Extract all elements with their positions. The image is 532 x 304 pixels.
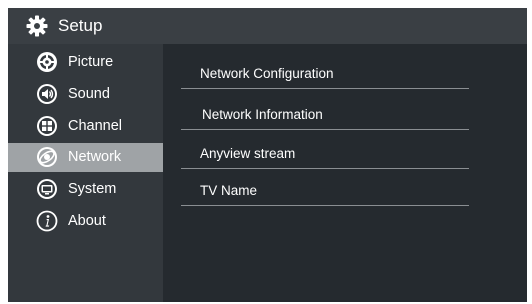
speaker-icon bbox=[36, 83, 58, 105]
page-title: Setup bbox=[58, 16, 103, 35]
option-label: Anyview stream bbox=[200, 146, 296, 161]
gear-icon bbox=[26, 15, 48, 37]
divider bbox=[181, 168, 469, 169]
globe-icon bbox=[36, 146, 58, 168]
divider bbox=[181, 129, 469, 130]
sidebar-item-label: System bbox=[68, 181, 117, 197]
tv-name-option[interactable]: TV Name bbox=[181, 176, 469, 206]
title-bar: Setup bbox=[8, 8, 527, 44]
sidebar-item-system[interactable]: System bbox=[8, 175, 163, 204]
setup-window: Setup Picture Sound Channel Network Syst… bbox=[8, 8, 527, 302]
sidebar-item-about[interactable]: About bbox=[8, 207, 163, 236]
sidebar-item-label: Network bbox=[68, 149, 122, 165]
sidebar-item-label: Picture bbox=[68, 54, 114, 70]
network-options-panel: Network Configuration Network Informatio… bbox=[163, 44, 527, 302]
sidebar-item-network[interactable]: Network bbox=[8, 143, 163, 172]
option-label: Network Configuration bbox=[200, 66, 334, 81]
info-icon bbox=[36, 210, 58, 232]
channel-grid-icon bbox=[36, 115, 58, 137]
sidebar-item-label: Channel bbox=[68, 118, 123, 134]
divider bbox=[181, 205, 469, 206]
network-configuration-option[interactable]: Network Configuration bbox=[181, 59, 469, 89]
sidebar-item-sound[interactable]: Sound bbox=[8, 80, 163, 109]
picture-settings-icon bbox=[36, 51, 58, 73]
sidebar-item-label: Sound bbox=[68, 86, 110, 102]
network-information-option[interactable]: Network Information bbox=[181, 100, 469, 130]
sidebar-item-picture[interactable]: Picture bbox=[8, 48, 163, 77]
divider bbox=[181, 88, 469, 89]
monitor-icon bbox=[36, 178, 58, 200]
sidebar-item-channel[interactable]: Channel bbox=[8, 112, 163, 141]
sidebar: Picture Sound Channel Network System Abo… bbox=[8, 44, 163, 302]
option-label: Network Information bbox=[202, 107, 323, 122]
option-label: TV Name bbox=[200, 183, 258, 198]
anyview-stream-option[interactable]: Anyview stream bbox=[181, 139, 469, 169]
sidebar-item-label: About bbox=[68, 213, 106, 229]
